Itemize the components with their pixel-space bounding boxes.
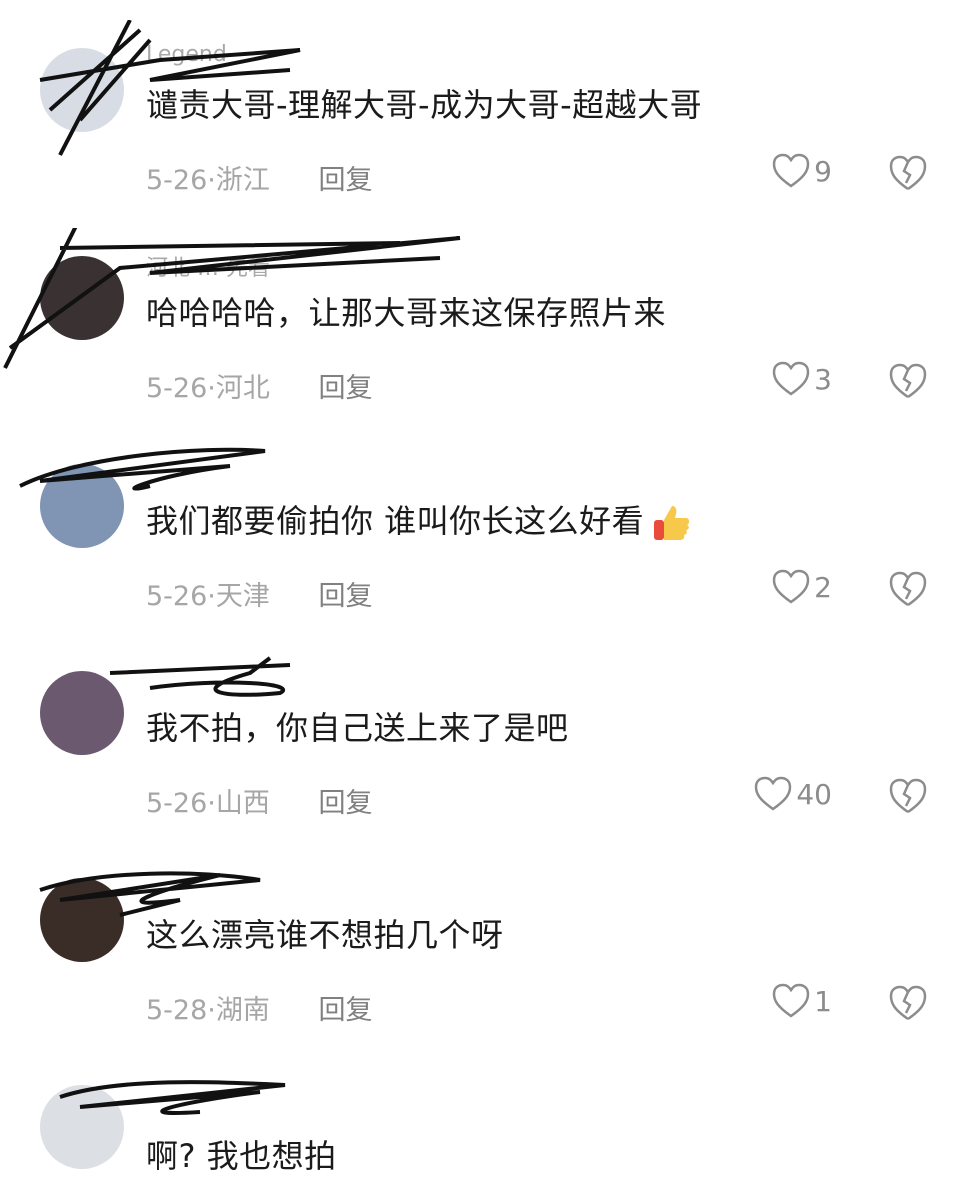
heart-outline-icon (772, 153, 810, 188)
heart-outline-icon (755, 776, 792, 811)
reply-button[interactable]: 回复 (318, 988, 372, 1027)
comment-item: 我不拍，你自己送上来了是吧 5-26·山西 回复 40 (0, 643, 968, 848)
avatar[interactable] (40, 1085, 124, 1169)
username[interactable]: 河北 … 先看 (146, 250, 270, 282)
avatar[interactable] (40, 464, 124, 548)
avatar[interactable] (40, 878, 124, 962)
comment-text: 我不拍，你自己送上来了是吧 (146, 709, 569, 747)
comment-item: 河北 … 先看 哈哈哈哈，让那大哥来这保存照片来 5-26·河北 回复 3 (0, 228, 968, 433)
comment-item: 啊? 我也想拍 (0, 1057, 968, 1175)
broken-heart-icon[interactable] (888, 569, 928, 609)
reply-button[interactable]: 回复 (318, 781, 372, 820)
broken-heart-icon[interactable] (888, 983, 928, 1023)
avatar[interactable] (40, 48, 124, 132)
comment-text-content: 我们都要偷拍你 谁叫你长这么好看 (146, 502, 645, 540)
like-count: 2 (814, 570, 832, 604)
thumbs-up-emoji (654, 506, 690, 540)
like-button[interactable]: 9 (772, 153, 832, 189)
like-count: 40 (796, 777, 832, 811)
broken-heart-icon[interactable] (888, 361, 928, 401)
comment-meta: 5-26·河北 回复 (146, 366, 372, 405)
username[interactable]: Legend (146, 42, 227, 67)
like-count: 9 (814, 154, 832, 188)
comment-meta: 5-26·天津 回复 (146, 574, 372, 613)
heart-outline-icon (772, 983, 810, 1018)
comment-date-location: 5-26·浙江 (146, 165, 270, 196)
like-button[interactable]: 1 (772, 983, 832, 1019)
broken-heart-icon[interactable] (888, 153, 928, 193)
heart-outline-icon (772, 569, 810, 604)
comment-text: 谴责大哥-理解大哥-成为大哥-超越大哥 (146, 86, 703, 124)
avatar[interactable] (40, 256, 124, 340)
broken-heart-icon[interactable] (888, 776, 928, 816)
comment-item: 这么漂亮谁不想拍几个呀 5-28·湖南 回复 1 (0, 850, 968, 1055)
comment-text: 啊? 我也想拍 (146, 1137, 337, 1175)
like-button[interactable]: 40 (754, 776, 832, 812)
comment-date-location: 5-28·湖南 (146, 995, 270, 1026)
reply-button[interactable]: 回复 (318, 158, 372, 197)
reply-button[interactable]: 回复 (318, 574, 372, 613)
comment-meta: 5-28·湖南 回复 (146, 988, 372, 1027)
comment-text: 我们都要偷拍你 谁叫你长这么好看 (146, 496, 692, 544)
reply-button[interactable]: 回复 (318, 366, 372, 405)
comment-text: 哈哈哈哈，让那大哥来这保存照片来 (146, 294, 667, 332)
comment-meta: 5-26·山西 回复 (146, 781, 372, 820)
like-count: 1 (814, 984, 832, 1018)
like-button[interactable]: 3 (772, 361, 832, 397)
avatar[interactable] (40, 671, 124, 755)
comment-item: Legend 谴责大哥-理解大哥-成为大哥-超越大哥 5-26·浙江 回复 9 (0, 20, 968, 225)
comment-date-location: 5-26·天津 (146, 581, 270, 612)
comment-text: 这么漂亮谁不想拍几个呀 (146, 916, 504, 954)
comment-date-location: 5-26·河北 (146, 373, 270, 404)
like-button[interactable]: 2 (772, 569, 832, 605)
heart-outline-icon (772, 361, 810, 396)
comment-item: 我们都要偷拍你 谁叫你长这么好看 5-26·天津 回复 2 (0, 436, 968, 641)
like-count: 3 (814, 362, 832, 396)
comment-date-location: 5-26·山西 (146, 788, 270, 819)
comment-meta: 5-26·浙江 回复 (146, 158, 372, 197)
